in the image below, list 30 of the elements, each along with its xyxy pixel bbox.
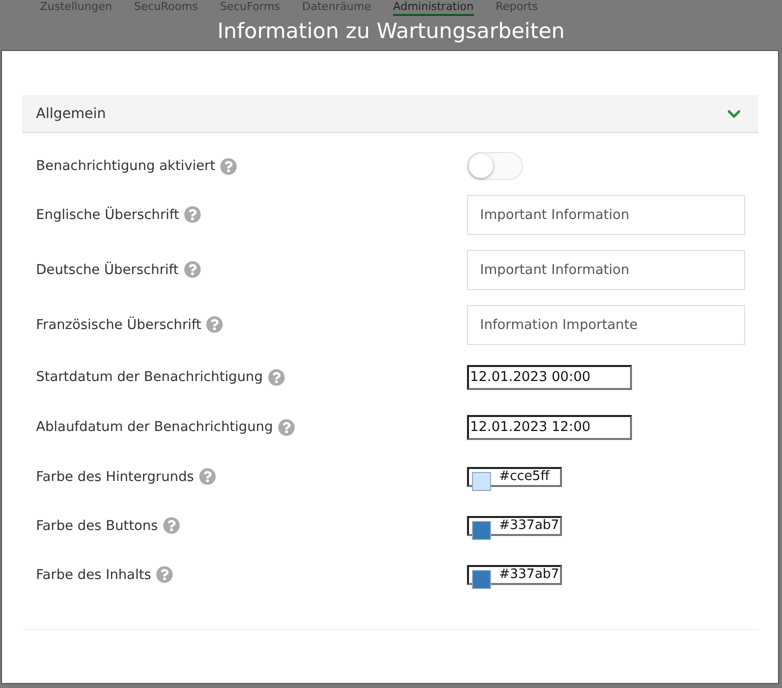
help-icon[interactable] [156, 566, 174, 583]
color-value: #337ab7 [499, 518, 560, 532]
help-icon[interactable] [278, 418, 295, 436]
nav-tab[interactable]: Administration [393, 0, 474, 16]
help-icon[interactable] [220, 158, 238, 174]
section-header[interactable]: Allgemein [22, 95, 758, 133]
field-label: Farbe des Inhalts [36, 566, 152, 582]
help-icon[interactable] [184, 206, 202, 223]
help-icon[interactable] [184, 261, 201, 278]
help-icon[interactable] [206, 316, 224, 333]
field-label: Deutsche Überschrift [36, 262, 179, 278]
text-field[interactable]: Important Information [467, 250, 745, 290]
field-label: Ablaufdatum der Benachrichtigung [36, 419, 273, 435]
field-label: Französische Überschrift [36, 316, 202, 332]
field-label: Benachrichtigung aktiviert [36, 158, 216, 174]
field-label: Englische Überschrift [36, 206, 180, 222]
field-label: Farbe des Buttons [36, 518, 158, 534]
dialog-title: Information zu Wartungsarbeiten [217, 18, 565, 45]
field-label: Farbe des Hintergrunds [36, 468, 194, 484]
help-icon[interactable] [162, 517, 180, 534]
color-value: #337ab7 [499, 566, 560, 582]
text-field[interactable]: Information Importante [467, 304, 745, 344]
date-field[interactable]: 12.01.2023 12:00 [467, 414, 632, 440]
date-field[interactable]: 12.01.2023 00:00 [467, 364, 632, 390]
field-label: Startdatum der Benachrichtigung [36, 369, 263, 385]
text-field[interactable]: Important Information [467, 194, 745, 234]
help-icon[interactable] [268, 368, 285, 386]
color-value: #cce5ff [499, 468, 550, 484]
help-icon[interactable] [198, 468, 216, 485]
toggle-switch[interactable] [467, 152, 523, 180]
